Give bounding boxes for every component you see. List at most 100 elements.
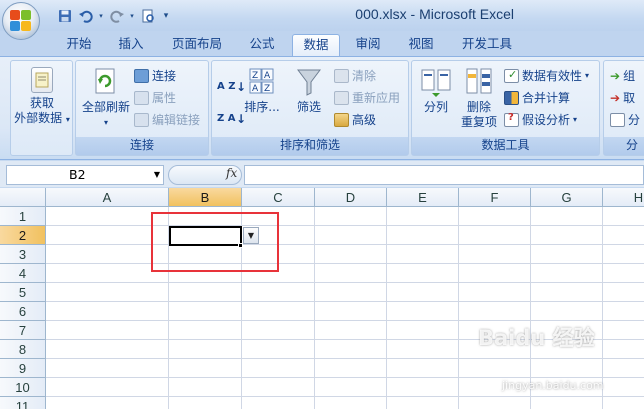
- outline-group: ➔ 组 ➔ 取 分 分: [603, 60, 644, 156]
- text-to-columns-button[interactable]: 分列: [416, 67, 456, 115]
- connections-group: 全部刷新 ▾ 连接 属性 编辑链接 连接: [75, 60, 209, 156]
- svg-text:A: A: [252, 84, 259, 94]
- edit-links-button[interactable]: 编辑链接: [134, 110, 200, 129]
- tab-formulas[interactable]: 公式: [240, 34, 284, 56]
- insert-function-icon[interactable]: fx: [226, 166, 237, 180]
- row-header-6[interactable]: 6: [0, 302, 46, 321]
- refresh-dropdown-icon[interactable]: ▾: [78, 115, 134, 130]
- tab-page-layout[interactable]: 页面布局: [162, 34, 232, 56]
- what-if-dropdown-icon[interactable]: ▾: [573, 115, 577, 124]
- data-validation-dropdown-icon[interactable]: ▾: [585, 71, 589, 80]
- ribbon: 获取 外部数据 ▾ 全部刷新 ▾ 连接 属性 编辑链接 连接 A Z ↓ Z A…: [0, 56, 644, 160]
- column-header-a[interactable]: A: [46, 188, 169, 207]
- row-header-10[interactable]: 10: [0, 378, 46, 397]
- group-button[interactable]: ➔ 组: [610, 66, 635, 85]
- gridline: [46, 301, 644, 302]
- filter-button[interactable]: 筛选: [290, 67, 328, 115]
- baidu-watermark: Baidu 经验: [478, 326, 595, 350]
- get-external-data-group: 获取 外部数据 ▾: [10, 60, 73, 156]
- group-arrow-icon: ➔: [610, 68, 621, 83]
- connections-button[interactable]: 连接: [134, 66, 176, 85]
- clear-label: 清除: [352, 69, 377, 83]
- name-box[interactable]: B2: [6, 165, 164, 185]
- column-header-f[interactable]: F: [459, 188, 531, 207]
- row-header-2[interactable]: 2: [0, 226, 46, 245]
- text-to-columns-label: 分列: [423, 100, 448, 114]
- subtotal-button[interactable]: 分: [610, 110, 640, 129]
- sort-ascending-icon: A Z: [217, 81, 236, 92]
- clear-filter-icon: [334, 68, 349, 83]
- office-logo-icon: [10, 10, 32, 32]
- sort-button[interactable]: ZAAZ 排序...: [242, 67, 282, 115]
- data-tools-group-label: 数据工具: [412, 137, 599, 155]
- clear-button[interactable]: 清除: [334, 66, 376, 85]
- tab-developer[interactable]: 开发工具: [452, 34, 522, 56]
- what-if-analysis-button[interactable]: ? 假设分析 ▾: [504, 110, 577, 129]
- tab-data[interactable]: 数据: [292, 34, 340, 57]
- gridline: [46, 244, 644, 245]
- tab-view[interactable]: 视图: [400, 34, 442, 56]
- consolidate-button[interactable]: 合并计算: [504, 88, 570, 107]
- svg-text:Z: Z: [264, 84, 270, 94]
- sort-icon: ZAAZ: [249, 67, 275, 97]
- column-header-g[interactable]: G: [531, 188, 603, 207]
- get-external-data-label-2: 外部数据 ▾: [14, 111, 70, 125]
- gridline: [314, 207, 315, 409]
- consolidate-icon: [504, 90, 519, 105]
- gridline: [46, 320, 644, 321]
- formula-input[interactable]: [244, 165, 644, 185]
- select-all-corner[interactable]: [0, 188, 46, 207]
- get-external-data-button[interactable]: 获取 外部数据 ▾: [13, 67, 71, 127]
- window-title: 000.xlsx - Microsoft Excel: [355, 6, 514, 22]
- ungroup-button[interactable]: ➔ 取: [610, 88, 635, 107]
- column-header-h[interactable]: H: [603, 188, 644, 207]
- remove-duplicates-button[interactable]: 删除 重复项: [458, 67, 500, 130]
- office-button[interactable]: [2, 2, 40, 40]
- ribbon-tab-bar: 开始 插入 页面布局 公式 数据 审阅 视图 开发工具: [0, 31, 644, 57]
- tab-insert[interactable]: 插入: [110, 34, 152, 56]
- row-header-4[interactable]: 4: [0, 264, 46, 283]
- advanced-filter-button[interactable]: 高级: [334, 110, 376, 129]
- highlight-annotation-box: [151, 212, 279, 272]
- subtotal-label: 分: [628, 113, 641, 127]
- tab-review[interactable]: 审阅: [348, 34, 388, 56]
- column-header-d[interactable]: D: [315, 188, 387, 207]
- row-header-1[interactable]: 1: [0, 207, 46, 226]
- data-tools-group: 分列 删除 重复项 ✓ 数据有效性 ▾ 合并计算 ? 假设分析 ▾ 数据工具: [411, 60, 600, 156]
- refresh-icon: [93, 67, 119, 97]
- worksheet-grid[interactable]: A B C D E F G H 1 2 3 4 5 6 7 8 9 10 11 …: [0, 188, 644, 409]
- filter-label: 筛选: [296, 100, 321, 114]
- svg-text:Z: Z: [252, 71, 258, 81]
- connections-label: 连接: [152, 69, 177, 83]
- row-header-8[interactable]: 8: [0, 340, 46, 359]
- gridline: [46, 358, 644, 359]
- properties-label: 属性: [152, 91, 177, 105]
- name-box-dropdown-icon[interactable]: ▼: [150, 165, 164, 185]
- sort-filter-group-label: 排序和筛选: [212, 137, 408, 155]
- edit-links-icon: [134, 112, 149, 127]
- gridline: [46, 225, 644, 226]
- sort-descending-icon: Z A: [217, 113, 236, 124]
- what-if-analysis-label: 假设分析: [522, 113, 571, 127]
- row-header-7[interactable]: 7: [0, 321, 46, 340]
- sort-label: 排序...: [244, 100, 280, 114]
- row-header-9[interactable]: 9: [0, 359, 46, 378]
- row-header-3[interactable]: 3: [0, 245, 46, 264]
- gridline: [386, 207, 387, 409]
- formula-bar: B2 ▼ fx: [0, 161, 644, 187]
- remove-duplicates-label-2: 重复项: [460, 115, 497, 129]
- data-validation-button[interactable]: ✓ 数据有效性 ▾: [504, 66, 589, 85]
- row-header-5[interactable]: 5: [0, 283, 46, 302]
- advanced-label: 高级: [352, 113, 377, 127]
- properties-button[interactable]: 属性: [134, 88, 176, 107]
- tab-home[interactable]: 开始: [58, 34, 100, 56]
- text-to-columns-icon: [421, 67, 451, 97]
- column-header-b[interactable]: B: [169, 188, 242, 207]
- reapply-icon: [334, 90, 349, 105]
- column-header-c[interactable]: C: [242, 188, 315, 207]
- row-header-11[interactable]: 11: [0, 397, 46, 409]
- reapply-button[interactable]: 重新应用: [334, 88, 400, 107]
- column-header-e[interactable]: E: [387, 188, 459, 207]
- refresh-all-button[interactable]: 全部刷新 ▾: [78, 67, 134, 130]
- remove-duplicates-label-1: 删除: [466, 100, 491, 114]
